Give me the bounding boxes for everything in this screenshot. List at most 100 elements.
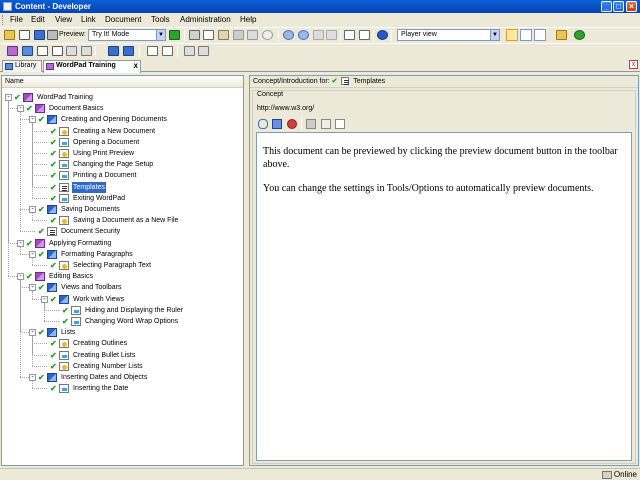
menu-view[interactable]: View [55,15,72,24]
collapse-toggle-icon[interactable]: - [29,374,36,381]
copy-link-icon[interactable] [247,30,258,40]
redo-icon[interactable] [298,30,309,40]
move-down-icon[interactable] [123,46,134,56]
collapse-toggle-icon[interactable]: - [17,105,24,113]
menu-tools[interactable]: Tools [151,15,170,24]
layout-horizontal-split-icon[interactable] [520,29,532,41]
preview-mode-select[interactable]: Try It! Mode ▼ [88,29,166,41]
menu-help[interactable]: Help [240,15,256,24]
tree-item[interactable]: ✔ Creating Number Lists [41,361,240,372]
tree-item[interactable]: ✔ Inserting the Date [41,383,240,394]
tree-item[interactable]: - ✔ WordPad Training [5,92,240,103]
tree-item[interactable]: ✔ Creating Outlines [41,338,240,349]
close-tab-icon[interactable]: x [134,61,138,71]
link-icon[interactable] [258,119,268,129]
maximize-button[interactable]: □ [613,1,624,12]
document-properties-icon[interactable] [335,119,345,129]
expand-icon[interactable] [326,30,337,40]
delete-icon[interactable] [233,30,244,40]
tab-library[interactable]: Library [2,60,42,72]
remove-link-icon[interactable] [287,119,297,129]
chevron-down-icon[interactable]: ▼ [490,30,499,40]
minimize-button[interactable]: _ [601,1,612,12]
collapse-icon[interactable] [313,30,324,40]
tree-item[interactable]: ✔ Saving a Document as a New File [41,215,240,226]
concept-url[interactable]: http://www.w3.org/ [257,105,314,112]
new-topic-icon[interactable] [37,46,48,56]
undo-icon[interactable] [283,30,294,40]
menu-administration[interactable]: Administration [180,15,231,24]
play-preview-icon[interactable] [169,30,180,40]
tree-item[interactable]: - ✔ Document Basics [17,103,240,114]
help-icon[interactable] [377,30,388,40]
new-document-list-icon[interactable] [52,46,63,56]
cut-icon[interactable] [189,30,200,40]
binoculars-icon[interactable] [344,30,355,40]
layout-vertical-split-icon[interactable] [534,29,546,41]
tree-item[interactable]: ✔ Templates [41,181,240,193]
copy-icon[interactable] [203,30,214,40]
tree-item[interactable]: - ✔ Formatting Paragraphs [29,249,240,260]
tree-item[interactable]: ✔ Using Print Preview [41,148,240,159]
menu-file[interactable]: File [10,15,23,24]
collapse-toggle-icon[interactable]: - [29,116,36,124]
tree-item[interactable]: ✔ Exiting WordPad [41,193,240,204]
preview-document-icon[interactable] [272,119,282,129]
tree-item[interactable]: - ✔ Lists [29,327,240,338]
open-folder-icon[interactable] [4,30,15,40]
tree-item[interactable]: ✔ Printing a Document [41,170,240,181]
collapse-toggle-icon[interactable]: - [17,273,24,281]
collapse-toggle-icon[interactable]: - [29,250,36,258]
new-document-icon[interactable] [19,30,30,40]
mark-complete-icon[interactable] [184,46,195,56]
close-document-icon[interactable]: x [629,60,638,69]
tree-item[interactable]: ✔ Selecting Paragraph Text [41,260,240,271]
print-icon[interactable] [47,30,58,40]
search-icon[interactable] [262,30,273,40]
collapse-toggle-icon[interactable]: - [17,239,24,247]
tree-item[interactable]: - ✔ Inserting Dates and Objects [29,372,240,383]
move-up-icon[interactable] [108,46,119,56]
tree-item[interactable]: ✔ Changing Word Wrap Options [53,316,240,327]
tree-item[interactable]: - ✔ Views and Toolbars [29,282,240,293]
properties-icon[interactable] [556,30,567,40]
collapse-toggle-icon[interactable]: - [5,94,12,101]
collapse-toggle-icon[interactable]: - [41,295,48,303]
spell-check-icon[interactable] [359,30,370,40]
tree-item[interactable]: ✔ Opening a Document [41,137,240,148]
collapse-toggle-icon[interactable]: - [29,206,36,213]
menu-link[interactable]: Link [81,15,96,24]
mark-incomplete-icon[interactable] [198,46,209,56]
collapse-toggle-icon[interactable]: - [29,329,36,337]
tree-item[interactable]: - ✔ Work with Views [41,294,240,305]
new-module-icon[interactable] [7,46,18,56]
paste-icon[interactable] [218,30,229,40]
layout-single-pane-icon[interactable] [506,29,518,41]
edit-pencil-icon[interactable] [306,119,316,129]
tree-item[interactable]: ✔ Creating Bullet Lists [41,350,240,361]
menu-edit[interactable]: Edit [31,15,45,24]
tree-item[interactable]: ✔ Changing the Page Setup [41,159,240,170]
new-section-icon[interactable] [22,46,33,56]
close-button[interactable]: × [626,1,637,12]
link-document-icon[interactable] [81,46,92,56]
collapse-toggle-icon[interactable]: - [29,284,36,292]
outdent-icon[interactable] [147,46,158,56]
tree-item[interactable]: - ✔ Editing Basics [17,271,240,282]
save-icon[interactable] [34,30,45,40]
tree-item[interactable]: ✔ Hiding and Displaying the Ruler [53,305,240,316]
concept-document-viewer[interactable]: This document can be previewed by clicki… [256,132,632,461]
tree-item[interactable]: ✔ Creating a New Document [41,126,240,137]
settings-icon[interactable] [321,119,331,129]
menu-document[interactable]: Document [105,15,141,24]
tree-item[interactable]: - ✔ Saving Documents [29,204,240,215]
record-icon[interactable] [66,46,77,56]
tree-column-header[interactable]: Name [2,76,243,88]
tab-wordpad-training[interactable]: WordPad Training x [43,60,141,73]
refresh-icon[interactable] [574,30,585,40]
chevron-down-icon[interactable]: ▼ [156,30,165,40]
tree-item[interactable]: ✔ Document Security [29,226,240,237]
view-select[interactable]: Player view ▼ [397,29,500,41]
tree-item[interactable]: - ✔ Creating and Opening Documents [29,114,240,125]
indent-icon[interactable] [162,46,173,56]
